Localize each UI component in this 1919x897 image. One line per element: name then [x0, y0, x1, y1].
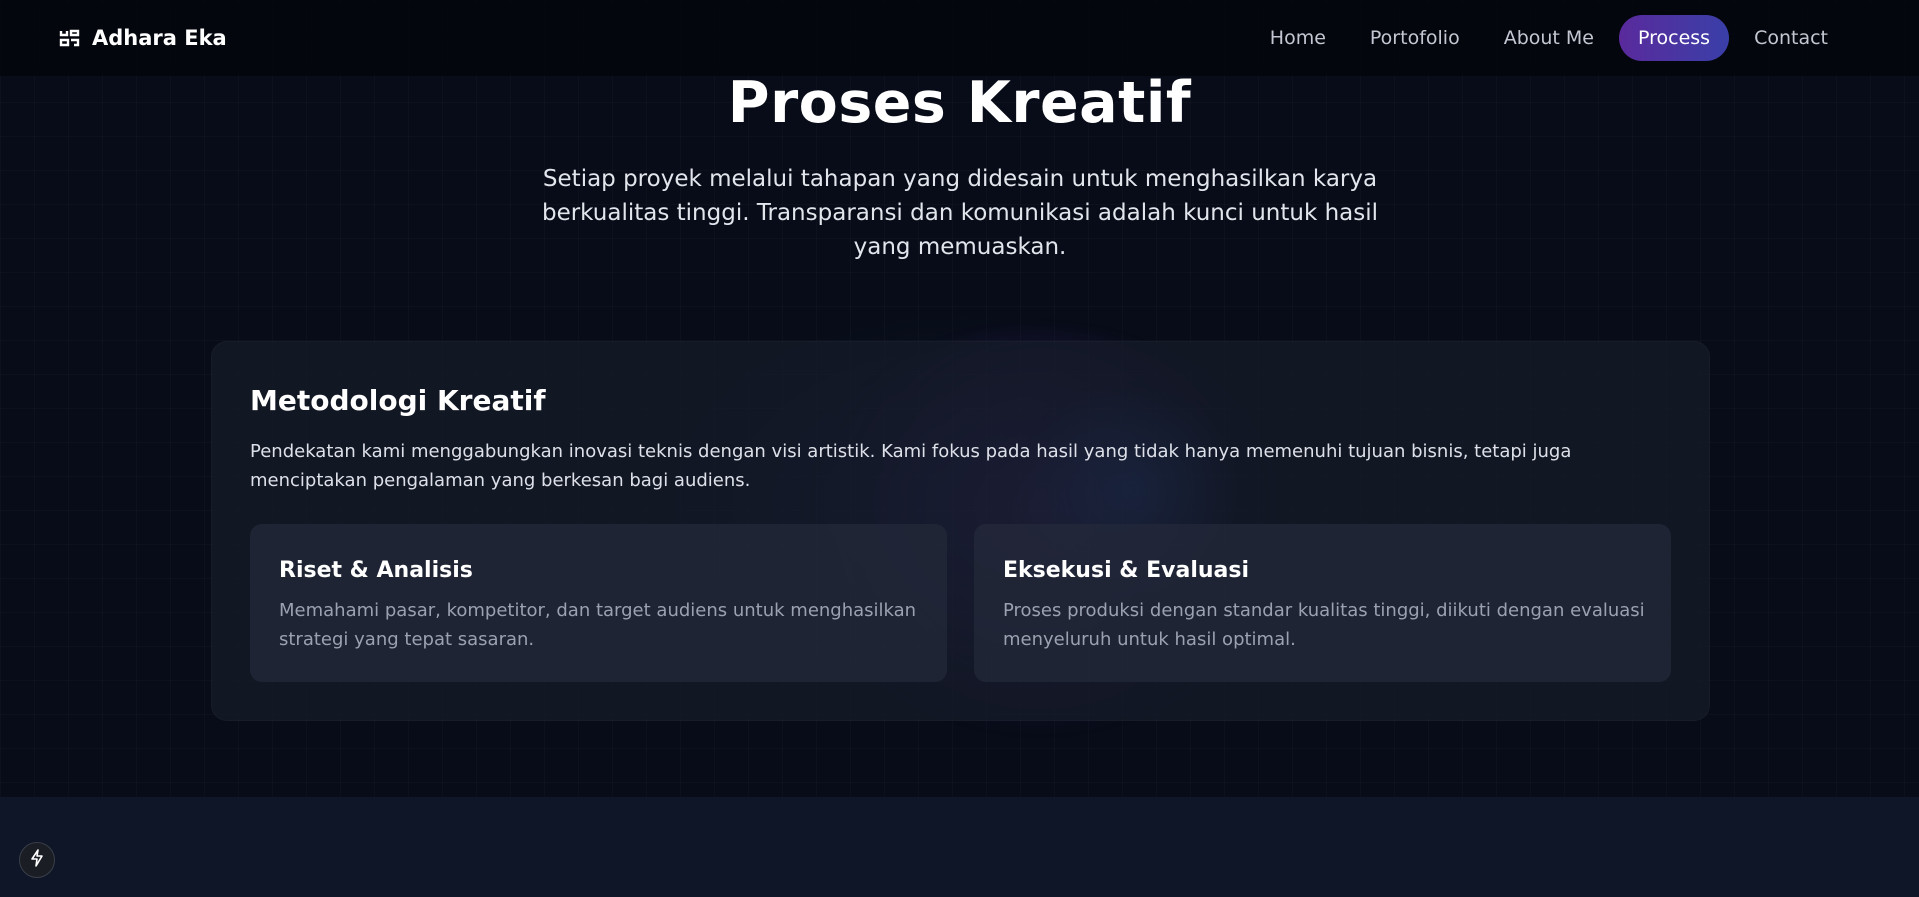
- page-title: Proses Kreatif: [727, 70, 1192, 136]
- nav-link-contact[interactable]: Contact: [1735, 15, 1847, 61]
- nav-link-portofolio[interactable]: Portofolio: [1351, 15, 1479, 61]
- methodology-card: Metodologi Kreatif Pendekatan kami mengg…: [211, 341, 1710, 721]
- method-step-title: Riset & Analisis: [279, 558, 473, 583]
- lightning-icon: [29, 849, 45, 871]
- method-step-title: Eksekusi & Evaluasi: [1003, 558, 1250, 583]
- method-step-description: Proses produksi dengan standar kualitas …: [1003, 600, 1645, 650]
- brand-name: Adhara Eka: [92, 26, 227, 50]
- nav-link-home[interactable]: Home: [1251, 15, 1345, 61]
- method-step-card: Eksekusi & Evaluasi Proses produksi deng…: [974, 524, 1671, 682]
- next-section: [0, 797, 1919, 897]
- brand[interactable]: Adhara Eka: [58, 26, 227, 50]
- page-subtitle: Setiap proyek melalui tahapan yang dides…: [541, 166, 1379, 260]
- nav-link-about-me[interactable]: About Me: [1485, 15, 1613, 61]
- method-step-description: Memahami pasar, kompetitor, dan target a…: [279, 600, 917, 650]
- method-step-card: Riset & Analisis Memahami pasar, kompeti…: [250, 524, 947, 682]
- methodology-title: Metodologi Kreatif: [250, 384, 546, 417]
- nav-link-process[interactable]: Process: [1619, 15, 1730, 61]
- logo-glyph-icon: [58, 26, 82, 50]
- lightning-button[interactable]: [19, 842, 55, 878]
- navbar: Adhara Eka Home Portofolio About Me Proc…: [0, 0, 1919, 76]
- nav-links: Home Portofolio About Me Process Contact: [1251, 15, 1847, 61]
- methodology-description: Pendekatan kami menggabungkan inovasi te…: [250, 441, 1572, 491]
- page: Adhara Eka Home Portofolio About Me Proc…: [0, 0, 1919, 897]
